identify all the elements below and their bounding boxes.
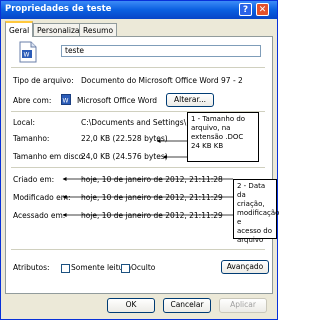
callout-size-note: 1 - Tamanho do arquivo, na extensão .DOC… — [187, 112, 259, 162]
callout-line: 24 KB KB — [191, 142, 224, 150]
tab-geral[interactable]: Geral — [5, 21, 34, 37]
callout-line: modificação e — [237, 209, 280, 226]
callout-line: 2 - Data da — [237, 182, 266, 199]
screenshot: Propriedades de teste ? ✕ Geral Personal… — [0, 0, 280, 320]
callout-line: extensão .DOC — [191, 133, 244, 141]
properties-dialog: Propriedades de teste ? ✕ Geral Personal… — [0, 0, 280, 320]
callout-dates-note: 2 - Data da criação, modificação e acess… — [233, 179, 280, 244]
callout-line: arquivo, na — [191, 124, 231, 132]
callout-line: criação, — [237, 200, 265, 208]
callout-line: acesso do — [237, 227, 272, 235]
callout-line: arquivo — [237, 236, 264, 244]
callout-line: 1 - Tamanho do — [191, 115, 246, 123]
